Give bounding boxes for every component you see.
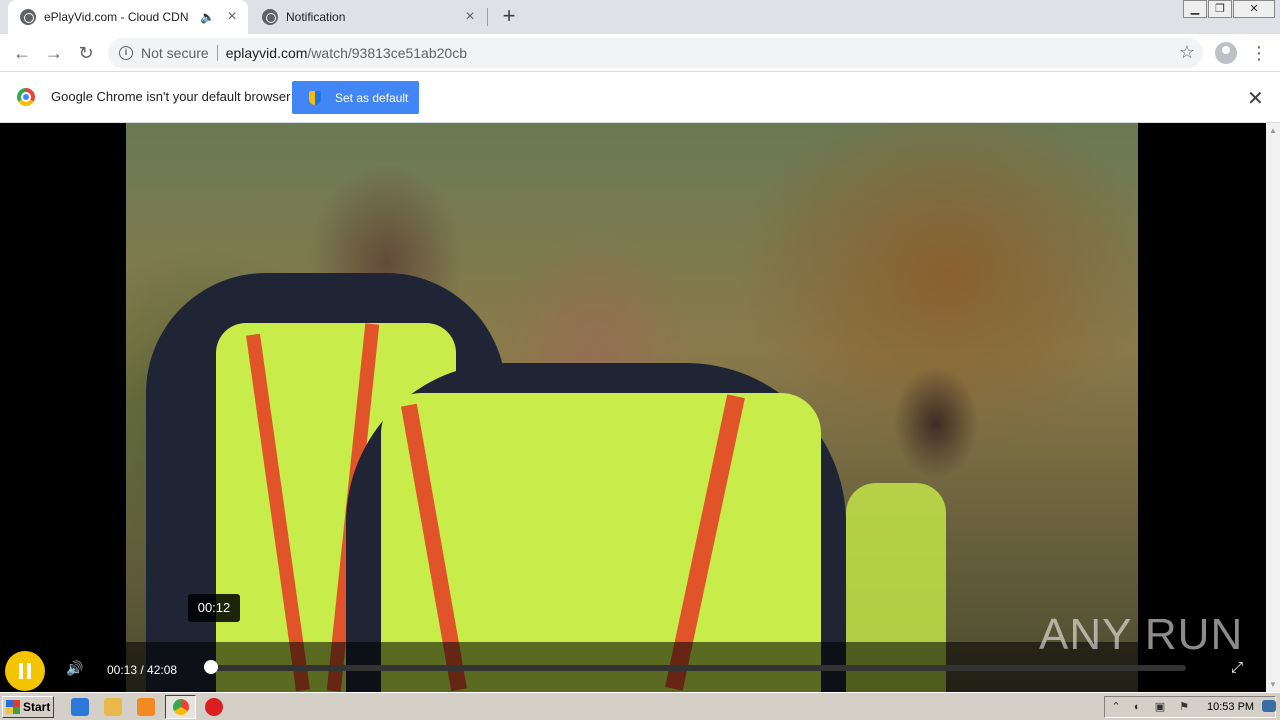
tab-eplayvid[interactable]: ePlayVid.com - Cloud CDN 🔈 × [8,0,248,34]
default-browser-infobar: Google Chrome isn't your default browser… [0,72,1280,123]
page-content: 00:12 🔊 00:13 / 42:08 ⤢ [0,123,1266,692]
restore-button[interactable]: ❐ [1208,0,1232,18]
audio-playing-icon[interactable]: 🔈 [200,10,215,24]
tab-title: Notification [286,10,346,24]
tab-divider [487,8,488,26]
time-display: 00:13 / 42:08 [107,663,178,677]
reload-button[interactable]: ↻ [74,41,98,65]
antivirus-icon[interactable] [205,698,223,716]
info-icon[interactable]: i [119,46,133,60]
seek-bar[interactable] [210,665,1186,671]
globe-icon [20,9,36,25]
start-label: Start [23,700,51,714]
set-as-default-button[interactable]: Set as default [292,81,419,114]
infobar-message: Google Chrome isn't your default browser [51,89,291,104]
url-path: /watch/93813ce51ab20cb [307,45,467,61]
profile-avatar-icon[interactable] [1215,42,1237,64]
scroll-up-arrow-icon[interactable]: ▲ [1269,126,1277,135]
address-bar[interactable]: i Not secure eplayvid.com/watch/93813ce5… [108,38,1203,68]
tab-close-icon[interactable]: × [224,9,240,25]
windows-taskbar: Start ⌃ ◖ ▣ ⚑ 10:53 PM [0,692,1280,720]
tab-close-icon[interactable]: × [462,9,478,25]
uac-shield-icon [309,90,321,105]
taskbar-clock[interactable]: 10:53 PM [1207,701,1254,713]
globe-icon [262,9,278,25]
chrome-logo-icon [17,88,35,106]
speaker-icon[interactable]: ◖ [1129,701,1143,714]
pause-button[interactable] [5,651,45,691]
system-tray: ⌃ ◖ ▣ ⚑ 10:53 PM [1104,696,1276,718]
new-tab-button[interactable]: + [498,5,520,27]
internet-explorer-icon[interactable] [71,698,89,716]
kebab-menu-icon[interactable]: ⋮ [1250,41,1268,65]
show-desktop-icon[interactable] [1262,700,1276,712]
action-center-flag-icon[interactable]: ⚑ [1177,701,1191,714]
show-hidden-icons-icon[interactable]: ⌃ [1109,701,1123,714]
tab-notification[interactable]: Notification × [250,0,486,34]
scroll-down-arrow-icon[interactable]: ▼ [1269,680,1277,689]
video-frame[interactable] [126,123,1138,692]
anyrun-watermark: ANY RUN [1039,610,1244,659]
seek-thumb[interactable] [204,660,218,674]
page-scrollbar[interactable]: ▲ ▼ [1266,123,1280,692]
url-host: eplayvid.com [225,45,308,61]
minimize-button[interactable]: ▁ [1183,0,1207,18]
windows-logo-icon [6,700,20,714]
fullscreen-icon[interactable]: ⤢ [1231,660,1247,676]
volume-icon[interactable]: 🔊 [66,661,84,675]
bookmark-star-icon[interactable]: ☆ [1179,42,1195,63]
start-button[interactable]: Start [2,696,54,718]
seek-time-tooltip: 00:12 [188,594,240,622]
browser-toolbar: ← → ↻ i Not secure eplayvid.com/watch/93… [0,34,1280,72]
security-label[interactable]: Not secure [141,45,209,61]
tab-strip: ePlayVid.com - Cloud CDN 🔈 × Notificatio… [0,0,1280,34]
chrome-taskbar-button[interactable] [165,695,196,719]
tab-title: ePlayVid.com - Cloud CDN [44,10,189,24]
omnibox-divider [216,45,218,61]
close-window-button[interactable]: ✕ [1233,0,1275,18]
network-icon[interactable]: ▣ [1153,701,1167,714]
back-button[interactable]: ← [10,41,34,65]
infobar-close-icon[interactable]: ✕ [1247,86,1264,111]
file-explorer-icon[interactable] [104,698,122,716]
chrome-icon [173,699,189,715]
forward-button[interactable]: → [42,41,66,65]
media-player-icon[interactable] [137,698,155,716]
set-as-default-label: Set as default [335,90,409,105]
